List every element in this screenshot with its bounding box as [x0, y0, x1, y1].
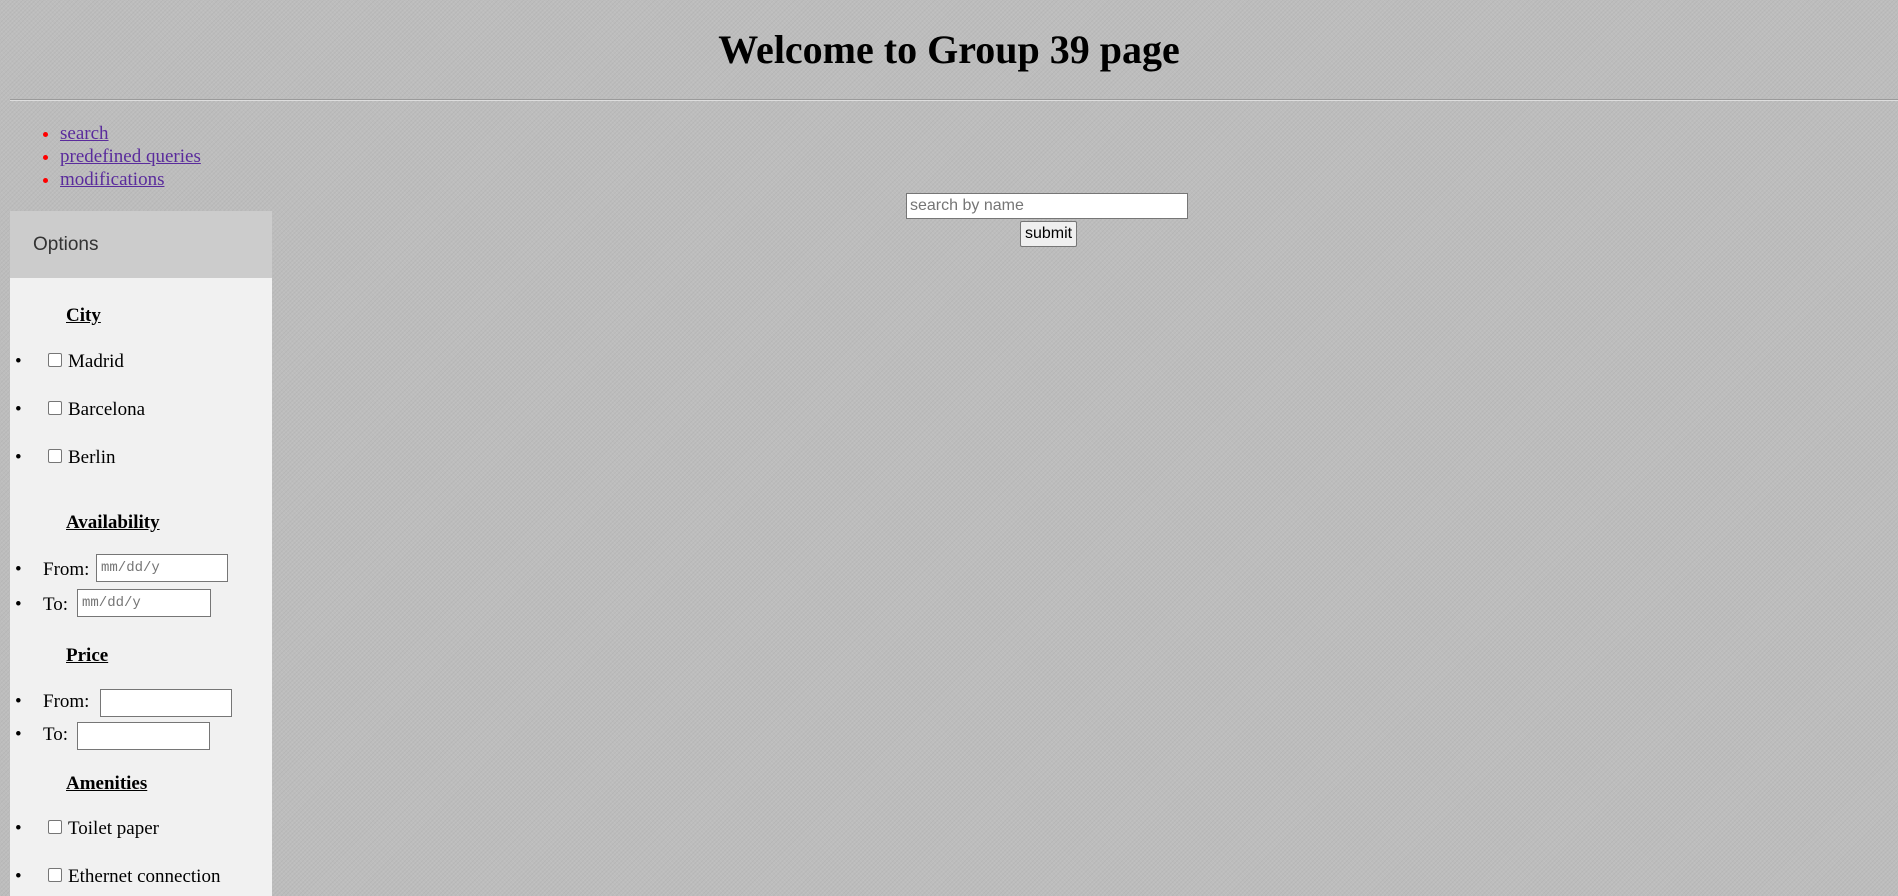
toilet-paper-checkbox[interactable] [48, 820, 62, 834]
ethernet-checkbox[interactable] [48, 868, 62, 882]
nav-item-modifications: modifications [60, 168, 201, 191]
search-by-name-input[interactable] [906, 193, 1188, 219]
price-section-title: Price [66, 645, 109, 666]
availability-from-date-input[interactable] [96, 554, 228, 582]
nav-link-modifications[interactable]: modifications [60, 169, 164, 190]
header-divider [10, 99, 1898, 101]
availability-to-label: To: [43, 594, 69, 615]
city-section-title: City [66, 305, 101, 326]
price-to-input[interactable] [77, 722, 210, 750]
barcelona-checkbox[interactable] [48, 401, 62, 415]
nav-item-search: search [60, 122, 201, 145]
options-sidebar: Options City Madrid Barcelona Berlin Ava… [10, 211, 272, 896]
madrid-label: Madrid [68, 351, 124, 372]
nav-item-predefined-queries: predefined queries [60, 145, 201, 168]
availability-section-title: Availability [66, 512, 160, 533]
price-from-input[interactable] [100, 689, 232, 717]
toilet-paper-label: Toilet paper [68, 818, 159, 839]
amenities-section-title: Amenities [66, 773, 148, 794]
madrid-checkbox[interactable] [48, 353, 62, 367]
page-title: Welcome to Group 39 page [718, 27, 1180, 72]
availability-to-date-input[interactable] [77, 589, 211, 617]
nav-link-predefined-queries[interactable]: predefined queries [60, 146, 201, 167]
barcelona-label: Barcelona [68, 399, 146, 420]
price-to-label: To: [43, 724, 69, 745]
price-from-label: From: [43, 691, 90, 712]
nav-link-search[interactable]: search [60, 123, 109, 144]
ethernet-label: Ethernet connection [68, 866, 221, 887]
availability-from-label: From: [43, 559, 90, 580]
berlin-label: Berlin [68, 447, 116, 468]
main-nav: search predefined queries modifications [20, 122, 201, 191]
submit-button[interactable]: submit [1020, 221, 1077, 247]
sidebar-header: Options [10, 211, 272, 278]
berlin-checkbox[interactable] [48, 449, 62, 463]
